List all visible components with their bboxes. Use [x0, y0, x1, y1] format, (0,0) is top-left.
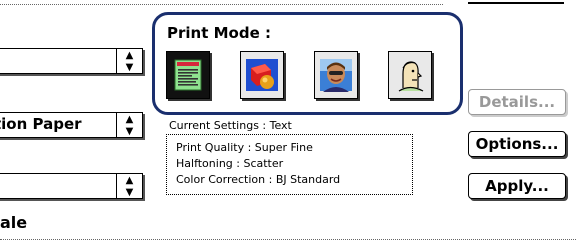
paper-type-popup[interactable]: tion Paper ▲ ▼: [0, 112, 143, 138]
scale-label: ale: [0, 213, 28, 232]
apply-button[interactable]: Apply...: [468, 173, 566, 199]
graphics-shapes-icon: [246, 59, 278, 91]
text-document-icon: [174, 59, 202, 91]
mode-cartoon-button[interactable]: [388, 51, 432, 99]
mode-text-button[interactable]: [166, 51, 210, 99]
halftoning-text: Halftoning : Scatter: [176, 157, 284, 170]
popup-menu-3[interactable]: ▲ ▼: [0, 173, 143, 199]
photo-portrait-icon: [320, 59, 352, 92]
color-correction-text: Color Correction : BJ Standard: [176, 173, 341, 186]
settings-summary-box: Print Quality : Super Fine Halftoning : …: [166, 134, 413, 195]
print-mode-title: Print Mode :: [167, 24, 271, 42]
updown-arrow-icon: ▲ ▼: [116, 112, 142, 138]
current-settings-label: Current Settings : Text: [169, 119, 292, 132]
details-button[interactable]: Details...: [468, 89, 566, 115]
paper-type-value: tion Paper: [0, 115, 82, 133]
cartoon-face-icon: [398, 61, 424, 92]
updown-arrow-icon: ▲ ▼: [116, 48, 142, 74]
print-quality-text: Print Quality : Super Fine: [176, 141, 313, 154]
top-divider: [0, 4, 443, 5]
updown-arrow-icon: ▲ ▼: [116, 173, 142, 199]
bottom-divider: [0, 239, 576, 240]
top-button-edge: [468, 0, 564, 4]
mode-photo-button[interactable]: [314, 51, 358, 99]
mode-graphics-button[interactable]: [240, 51, 284, 99]
popup-menu-1[interactable]: ▲ ▼: [0, 48, 143, 74]
options-button[interactable]: Options...: [468, 131, 566, 157]
